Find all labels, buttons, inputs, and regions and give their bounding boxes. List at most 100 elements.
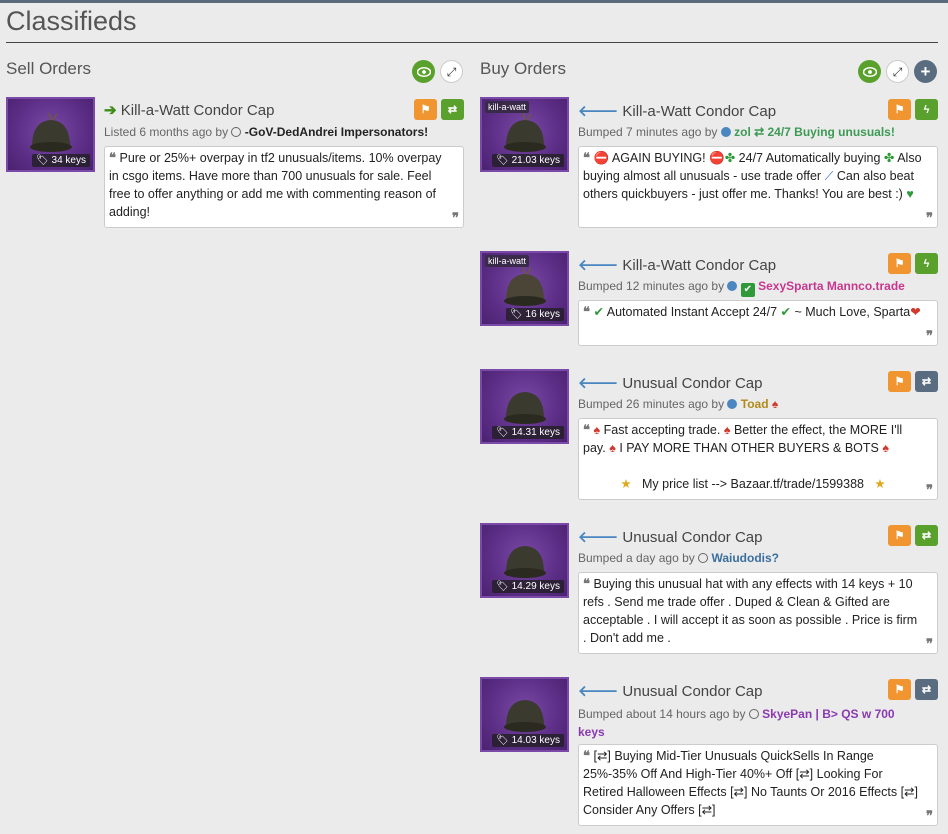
price-tag: 🏷 21.03 keys xyxy=(492,154,564,167)
tag-icon: 🏷 xyxy=(36,155,49,166)
plus-icon: + xyxy=(920,62,931,81)
tag-icon: 🏷 xyxy=(510,309,523,320)
online-status-icon xyxy=(727,281,738,291)
offline-status-icon xyxy=(231,127,242,137)
buy-expand-button[interactable]: ⤢ xyxy=(886,60,909,83)
flag-icon: ⚑ xyxy=(894,684,905,696)
sell-arrow-icon: ➔ xyxy=(104,102,117,119)
listing-title[interactable]: 🡐 Unusual Condor Cap xyxy=(578,527,763,546)
user-link[interactable]: SexySparta Mannco.trade xyxy=(758,279,905,293)
report-flag-button[interactable]: ⚑ xyxy=(888,679,911,700)
user-link[interactable]: Toad xyxy=(741,397,769,411)
item-image[interactable]: kill-a-watt 🏷 16 keys xyxy=(480,251,569,326)
no-entry-icon: ⛔ xyxy=(593,151,610,165)
page-title: Classifieds xyxy=(6,6,137,36)
listing-title[interactable]: 🡐 Kill-a-Watt Condor Cap xyxy=(578,255,776,274)
quote-close-icon: ❞ xyxy=(926,808,933,823)
syringe-icon: ⟋ xyxy=(824,169,834,183)
top-nav-bar xyxy=(0,0,948,3)
item-image[interactable]: 🏷 14.03 keys xyxy=(480,677,569,752)
add-buy-order-button[interactable]: + xyxy=(914,60,937,83)
item-image[interactable]: 🏷 14.31 keys xyxy=(480,369,569,444)
online-status-icon xyxy=(727,399,738,409)
user-link[interactable]: zol ⇄ 24/7 Buying unusuals! xyxy=(734,125,895,139)
listing-meta: Bumped 7 minutes ago by zol ⇄ 24/7 Buyin… xyxy=(578,125,895,139)
listing-meta: Bumped about 14 hours ago by SkyePan | B… xyxy=(578,707,895,739)
price-list-line: ★ My price list --> Bazaar.tf/trade/1599… xyxy=(620,477,886,491)
price-tag: 🏷 16 keys xyxy=(506,308,564,321)
trade-offer-button[interactable]: ⇄ xyxy=(915,371,938,392)
instant-trade-button[interactable]: ϟ xyxy=(915,99,938,120)
listing-comment: ❝ [⇄] Buying Mid-Tier Unusuals QuickSell… xyxy=(578,744,938,826)
buy-arrow-icon: 🡐 xyxy=(578,375,619,392)
swap-icon: ⇄ xyxy=(447,104,458,116)
effect-label: kill-a-watt xyxy=(485,101,530,113)
mushroom-icon: ♠ xyxy=(593,423,601,437)
listing-title[interactable]: 🡐 Kill-a-Watt Condor Cap xyxy=(578,101,776,120)
condor-cap-hat-icon xyxy=(504,700,546,732)
buy-arrow-icon: 🡐 xyxy=(578,257,619,274)
quote-close-icon: ❞ xyxy=(926,636,933,651)
user-link[interactable]: -GoV-DedAndrei Impersonators! xyxy=(245,125,428,139)
sell-orders-heading: Sell Orders xyxy=(6,59,92,78)
price-tag: 🏷 14.03 keys xyxy=(492,734,564,747)
trade-offer-button[interactable]: ⇄ xyxy=(915,679,938,700)
flag-icon: ⚑ xyxy=(894,530,905,542)
report-flag-button[interactable]: ⚑ xyxy=(888,99,911,120)
sell-toggle-visibility-button[interactable] xyxy=(412,60,435,83)
check-box-icon: ✔ xyxy=(740,283,755,297)
condor-cap-hat-icon xyxy=(30,113,72,152)
clover-icon: ✤ xyxy=(724,151,736,165)
listing-meta: Bumped 26 minutes ago by Toad ♠ xyxy=(578,397,779,411)
buy-toggle-visibility-button[interactable] xyxy=(858,60,881,83)
listing-title[interactable]: 🡐 Unusual Condor Cap xyxy=(578,373,763,392)
no-entry-icon: ⛔ xyxy=(709,151,725,165)
quote-open-icon: ❝ xyxy=(583,422,590,437)
listing-comment: ❝ ✔ Automated Instant Accept 24/7 ✔ ~ Mu… xyxy=(578,300,938,346)
report-flag-button[interactable]: ⚑ xyxy=(888,371,911,392)
listing-comment: ❝ Pure or 25%+ overpay in tf2 unusuals/i… xyxy=(104,146,464,228)
trade-offer-button[interactable]: ⇄ xyxy=(915,525,938,546)
listing-comment: ❝ ⛔ AGAIN BUYING! ⛔✤ 24/7 Automatically … xyxy=(578,146,938,228)
listing-title[interactable]: 🡐 Unusual Condor Cap xyxy=(578,681,763,700)
flag-icon: ⚑ xyxy=(894,104,905,116)
flag-icon: ⚑ xyxy=(420,104,431,116)
instant-trade-button[interactable]: ϟ xyxy=(915,253,938,274)
flag-icon: ⚑ xyxy=(894,376,905,388)
report-flag-button[interactable]: ⚑ xyxy=(888,253,911,274)
title-divider xyxy=(6,42,938,43)
bolt-icon: ϟ xyxy=(923,103,930,116)
sell-expand-button[interactable]: ⤢ xyxy=(440,60,463,83)
eye-icon xyxy=(416,66,431,77)
tag-icon: 🏷 xyxy=(496,735,509,746)
quote-open-icon: ❝ xyxy=(109,150,116,165)
item-image[interactable]: 🏷 34 keys xyxy=(6,97,95,172)
star-icon: ★ xyxy=(874,477,886,491)
tag-icon: 🏷 xyxy=(496,155,509,166)
mushroom-icon: ♠ xyxy=(723,423,731,437)
quote-close-icon: ❞ xyxy=(926,210,933,225)
quote-open-icon: ❝ xyxy=(583,304,590,319)
condor-cap-hat-icon xyxy=(504,546,546,578)
listing-meta: Listed 6 months ago by -GoV-DedAndrei Im… xyxy=(104,125,429,139)
user-link[interactable]: Waiudodis? xyxy=(711,551,779,565)
offline-status-icon xyxy=(748,709,759,719)
eye-icon xyxy=(862,66,877,77)
price-tag: 🏷 14.29 keys xyxy=(492,580,564,593)
item-image[interactable]: 🏷 14.29 keys xyxy=(480,523,569,598)
listing-title[interactable]: ➔ Kill-a-Watt Condor Cap xyxy=(104,101,274,119)
effect-label: kill-a-watt xyxy=(485,255,530,267)
item-image[interactable]: kill-a-watt 🏷 21.03 keys xyxy=(480,97,569,172)
report-flag-button[interactable]: ⚑ xyxy=(414,99,437,120)
buy-arrow-icon: 🡐 xyxy=(578,529,619,546)
check-mark-icon: ✔ xyxy=(780,305,791,319)
report-flag-button[interactable]: ⚑ xyxy=(888,525,911,546)
flag-icon: ⚑ xyxy=(894,258,905,270)
bolt-icon: ϟ xyxy=(923,257,930,270)
listing-comment: ❝ ♠ Fast accepting trade. ♠ Better the e… xyxy=(578,418,938,500)
trade-offer-button[interactable]: ⇄ xyxy=(441,99,464,120)
listing-meta: Bumped 12 minutes ago by ✔ SexySparta Ma… xyxy=(578,279,905,297)
check-mark-icon: ✔ xyxy=(593,305,604,319)
buy-orders-heading: Buy Orders xyxy=(480,59,566,78)
listing-meta: Bumped a day ago by Waiudodis? xyxy=(578,551,779,565)
